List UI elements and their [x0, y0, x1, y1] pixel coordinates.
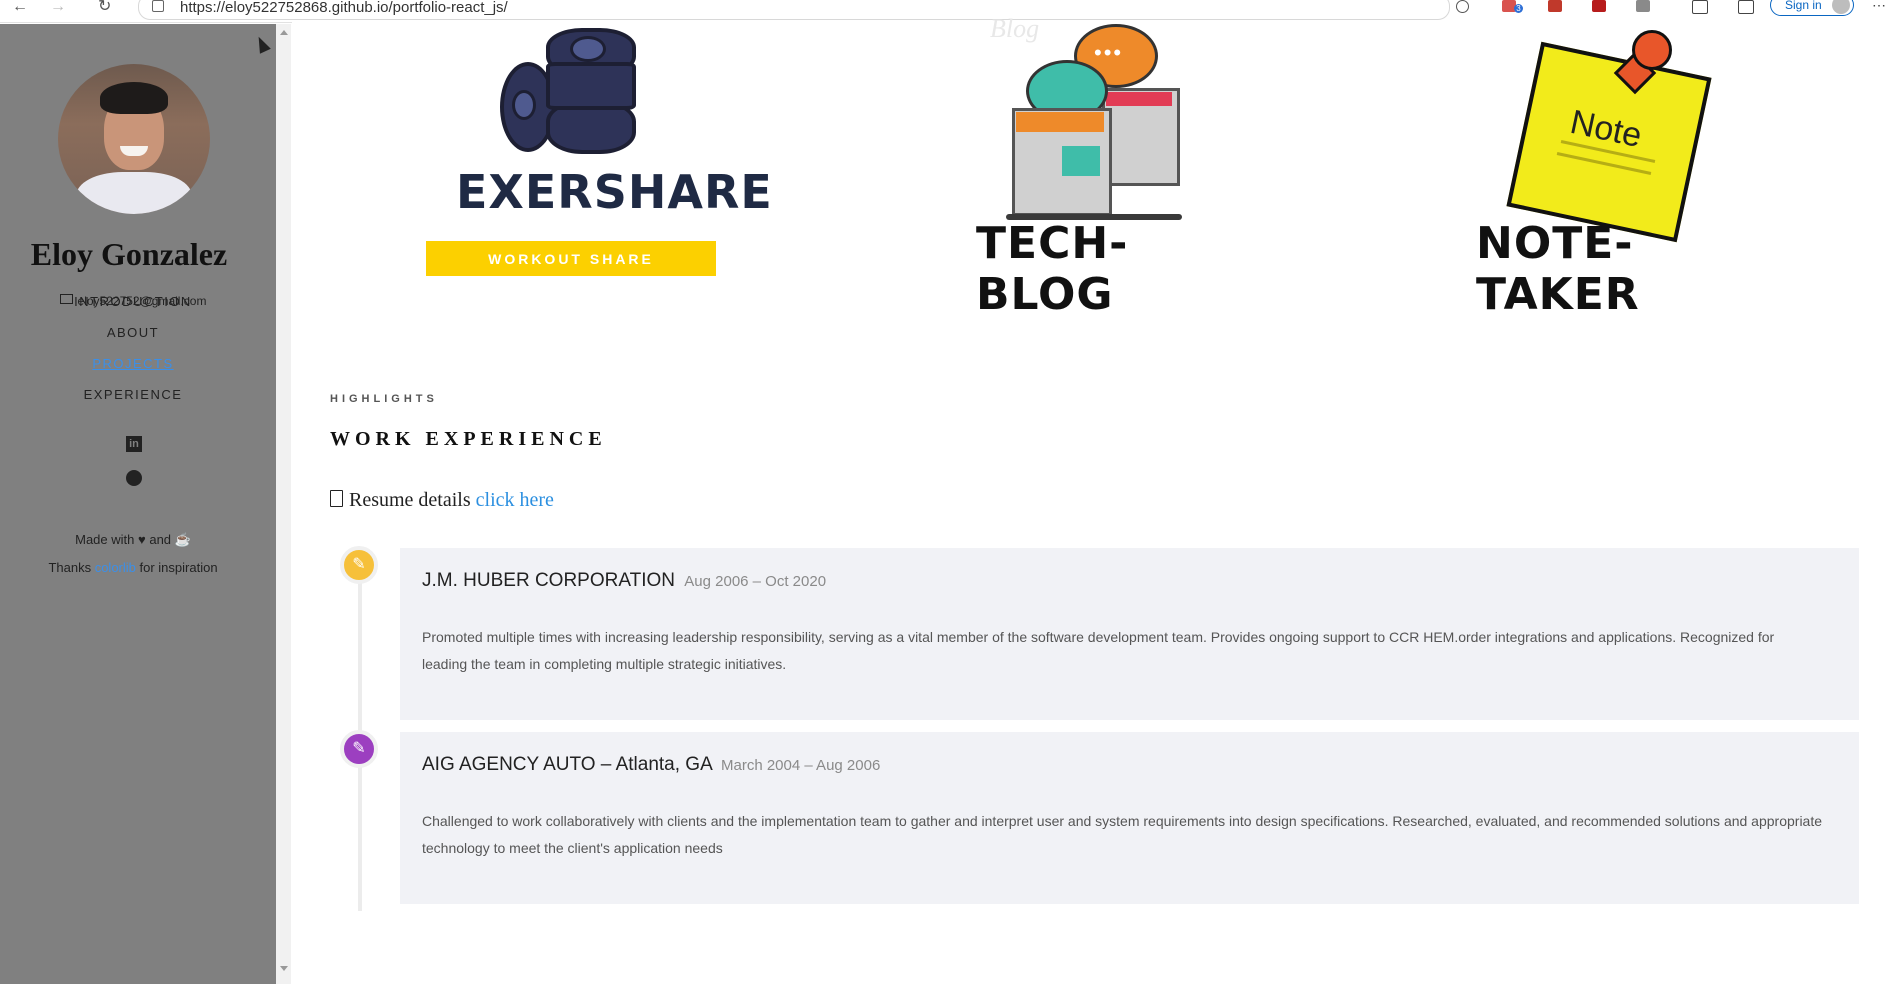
techblog-logo-text: TECH-BLOG	[976, 218, 1129, 320]
made-with-credit: Made with ♥ and ☕	[75, 532, 191, 547]
pencil-icon: ✎	[340, 546, 378, 584]
sign-in-button[interactable]: Sign in	[1770, 0, 1854, 16]
forward-arrow-icon[interactable]: →	[50, 0, 66, 15]
file-icon	[330, 490, 343, 507]
site-info-icon[interactable]	[152, 0, 164, 12]
thanks-credit: Thanks colorlib for inspiration	[48, 560, 218, 575]
heart-icon: ♥	[138, 532, 146, 547]
resume-line: Resume details click here	[330, 489, 554, 512]
favorites-add-icon[interactable]	[1456, 0, 1469, 13]
resume-text: Resume details	[349, 489, 471, 511]
section-title: WORK EXPERIENCE	[330, 428, 607, 450]
employment-dates: Aug 2006 – Oct 2020	[684, 573, 827, 590]
favorites-icon[interactable]	[1692, 0, 1708, 14]
sign-in-label: Sign in	[1785, 0, 1822, 12]
experience-card: J.M. HUBER CORPORATION Aug 2006 – Oct 20…	[400, 548, 1859, 720]
extension-count-badge: 3	[1514, 4, 1523, 13]
url-text[interactable]: https://eloy522752868.github.io/portfoli…	[180, 0, 508, 16]
scroll-down-arrow-icon[interactable]	[280, 966, 288, 971]
section-kicker: HIGHLIGHTS	[330, 393, 438, 405]
sidebar: Eloy Gonzalez eloy522752@gmail.com INTRO…	[0, 24, 276, 984]
nav-projects[interactable]: PROJECTS	[0, 356, 266, 371]
profile-name: Eloy Gonzalez	[30, 236, 228, 272]
sidebar-scrollbar[interactable]	[276, 24, 291, 984]
nav-about[interactable]: ABOUT	[0, 325, 266, 340]
github-icon[interactable]	[126, 470, 142, 486]
browser-toolbar: ← → ↻ https://eloy522752868.github.io/po…	[0, 0, 1886, 23]
profile-avatar-icon	[1832, 0, 1850, 14]
experience-description: Promoted multiple times with increasing …	[422, 629, 1775, 672]
experience-description: Challenged to work collaboratively with …	[422, 813, 1823, 856]
collections-icon[interactable]	[1738, 0, 1754, 14]
nav-introduction[interactable]: INTRODUCTION	[0, 294, 266, 309]
extension-icon[interactable]	[1636, 0, 1650, 12]
blog-watermark-text: Blog	[990, 14, 1040, 43]
experience-card: AIG AGENCY AUTO – Atlanta, GA March 2004…	[400, 732, 1859, 904]
pdf-extension-icon[interactable]	[1548, 0, 1562, 12]
resume-link[interactable]: click here	[476, 489, 554, 511]
back-arrow-icon[interactable]: ←	[12, 0, 28, 15]
profile-photo	[58, 64, 210, 214]
experience-heading: J.M. HUBER CORPORATION Aug 2006 – Oct 20…	[422, 570, 826, 592]
experience-heading: AIG AGENCY AUTO – Atlanta, GA March 2004…	[422, 754, 880, 776]
colorlib-link[interactable]: colorlib	[95, 560, 136, 575]
notetaker-logo-text: NOTE-TAKER	[1476, 218, 1640, 320]
exershare-logo-text: EXERSHARE	[456, 165, 773, 219]
reload-icon[interactable]: ↻	[98, 0, 111, 15]
employment-dates: March 2004 – Aug 2006	[721, 757, 881, 774]
coffee-icon: ☕	[174, 532, 191, 547]
pencil-icon: ✎	[340, 730, 378, 768]
company-name: AIG AGENCY AUTO – Atlanta, GA	[422, 754, 712, 775]
scroll-up-arrow-icon[interactable]	[280, 30, 288, 35]
nav-experience[interactable]: EXPERIENCE	[0, 387, 266, 402]
more-menu-icon[interactable]: ⋯	[1872, 0, 1886, 12]
exershare-subtitle: WORKOUT SHARE	[488, 251, 654, 267]
company-name: J.M. HUBER CORPORATION	[422, 570, 675, 591]
shield-extension-icon[interactable]	[1592, 0, 1606, 12]
linkedin-icon[interactable]: in	[126, 436, 142, 452]
